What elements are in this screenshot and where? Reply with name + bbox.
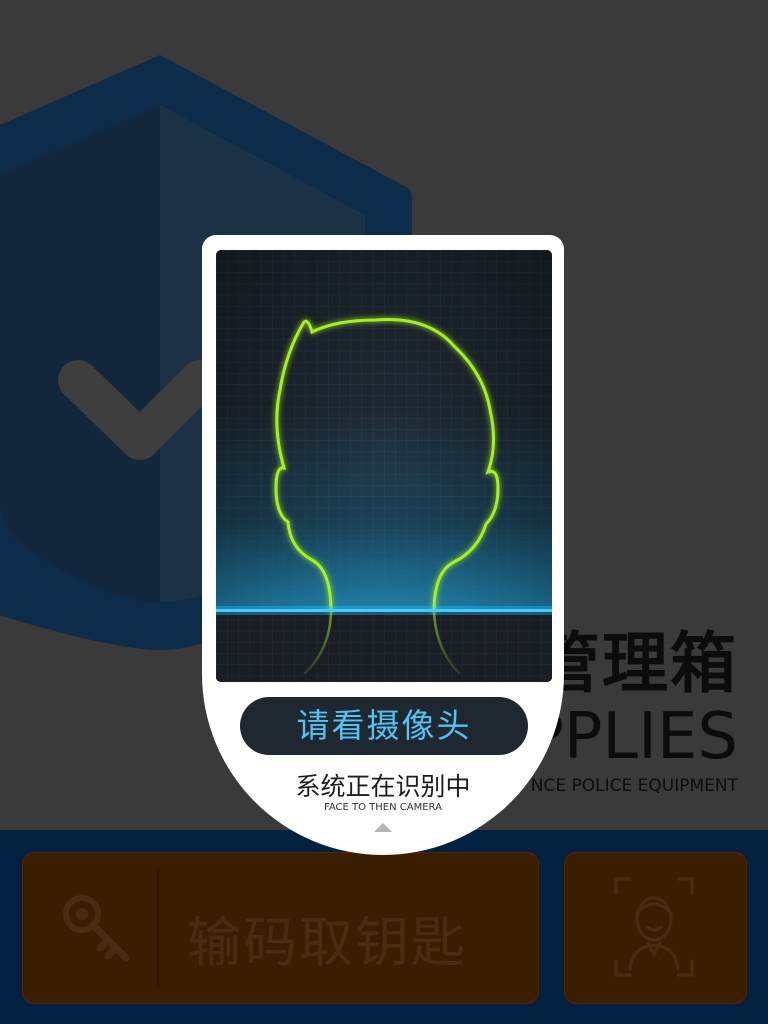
recognition-status: 系统正在识别中 xyxy=(295,772,471,801)
camera-scan-view xyxy=(216,250,552,682)
look-at-camera-prompt: 请看摄像头 xyxy=(240,697,528,755)
key-icon xyxy=(63,895,130,962)
face-scan-icon xyxy=(614,877,694,977)
button-divider xyxy=(157,870,159,986)
face-scan-card: 请看摄像头 系统正在识别中 FACE TO THEN CAMERA xyxy=(202,235,564,855)
caret-up-icon xyxy=(374,823,392,832)
face-recognition-button[interactable] xyxy=(564,852,747,1004)
recognition-status-en: FACE TO THEN CAMERA xyxy=(324,802,442,813)
enter-code-label: 输码取钥匙 xyxy=(187,911,467,974)
enter-code-button[interactable]: 输码取钥匙 xyxy=(22,852,539,1004)
